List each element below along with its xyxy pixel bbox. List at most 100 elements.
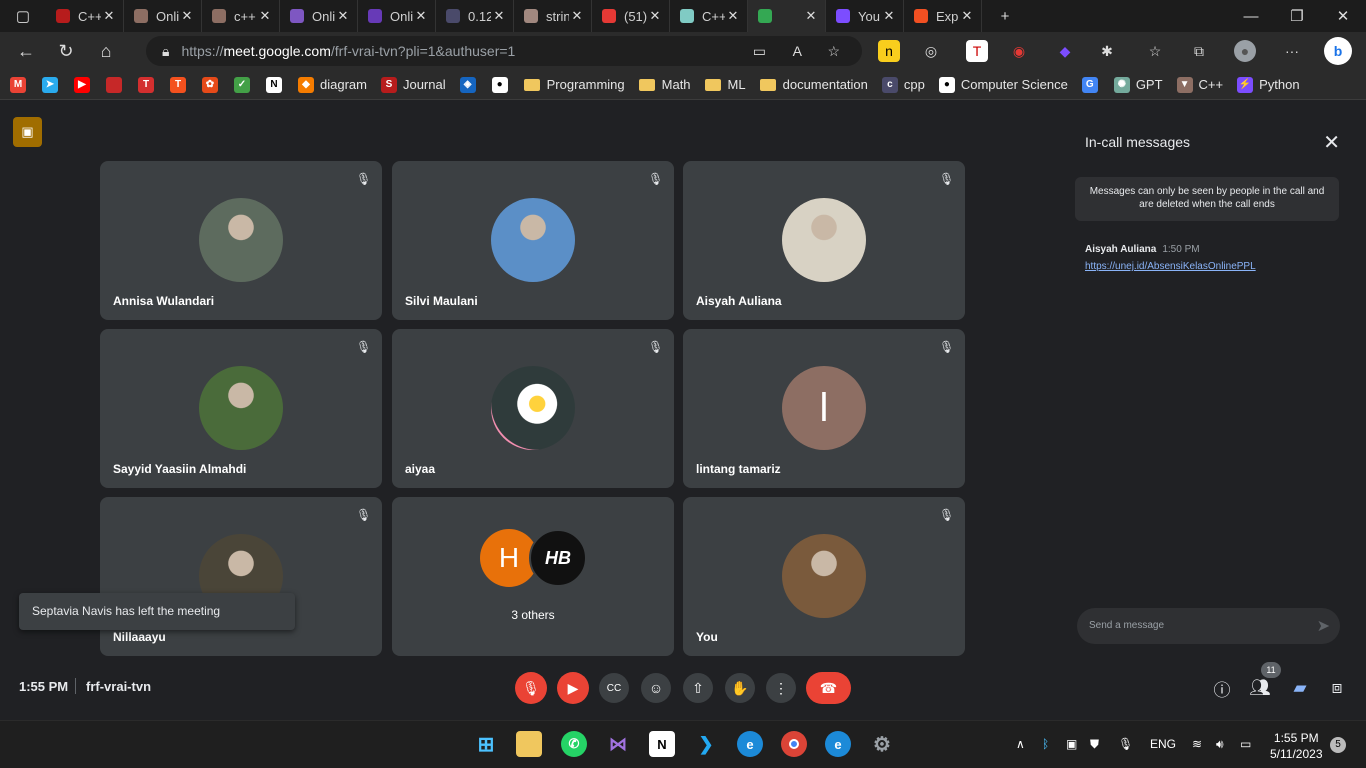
participant-tile[interactable]: 🎙︎ Annisa Wulandari	[100, 161, 382, 320]
bookmark-item[interactable]: ▼ C++	[1176, 76, 1223, 93]
participant-tile[interactable]: 🎙︎ Aisyah Auliana	[683, 161, 965, 320]
visual-studio-icon[interactable]: ⋈	[605, 731, 631, 757]
bookmark-item[interactable]	[106, 76, 128, 93]
minimize-icon[interactable]: —	[1228, 0, 1274, 32]
browser-tab[interactable]: C++ ✕	[46, 0, 124, 32]
participant-tile[interactable]: H HB 3 others	[392, 497, 674, 656]
tab-close-icon[interactable]: ✕	[101, 8, 117, 24]
whatsapp-icon[interactable]: ✆	[561, 731, 587, 757]
message-link[interactable]: https://unej.id/AbsensiKelasOnlinePPL	[1085, 261, 1256, 272]
bookmark-item[interactable]: ✺ GPT	[1113, 76, 1163, 93]
extension-icon[interactable]: n	[878, 40, 900, 62]
extension-icon[interactable]: ◉	[1008, 40, 1030, 62]
meeting-info-icon[interactable]: ⓘ	[1210, 676, 1234, 700]
message-input[interactable]: Send a message ➤	[1077, 608, 1340, 644]
tab-close-icon[interactable]: ✕	[803, 8, 819, 24]
battery-icon[interactable]: ▭	[1240, 737, 1251, 751]
leave-call-button[interactable]: ☎	[806, 672, 851, 704]
participant-tile[interactable]: 🎙︎ l lintang tamariz	[683, 329, 965, 488]
camera-icon[interactable]: ▭	[753, 43, 766, 60]
participant-tile[interactable]: 🎙︎ You	[683, 497, 965, 656]
people-icon[interactable]: 👥︎	[1248, 676, 1272, 700]
tab-close-icon[interactable]: ✕	[491, 8, 507, 24]
participant-tile[interactable]: 🎙︎ aiyaa	[392, 329, 674, 488]
bing-icon[interactable]: b	[1324, 37, 1352, 65]
tab-close-icon[interactable]: ✕	[257, 8, 273, 24]
captions-button[interactable]: CC	[599, 673, 629, 703]
address-bar[interactable]: 🔒︎ https://meet.google.com/frf-vrai-tvn?…	[146, 36, 862, 66]
bookmark-item[interactable]: T	[170, 76, 192, 93]
bookmark-item[interactable]: ✿	[202, 76, 224, 93]
bookmark-item[interactable]: ●	[491, 76, 514, 93]
bookmark-item[interactable]: ⚡ Python	[1237, 76, 1300, 93]
browser-tab[interactable]: 0.12 ✕	[436, 0, 514, 32]
close-window-icon[interactable]: ✕	[1320, 0, 1366, 32]
browser-tab[interactable]: Onlin✕	[124, 0, 202, 32]
tray-chevron-icon[interactable]: ∧	[1016, 737, 1025, 751]
tab-close-icon[interactable]: ✕	[959, 8, 975, 24]
home-icon[interactable]: ⌂	[88, 35, 124, 67]
bookmark-item[interactable]: ▶	[74, 76, 96, 93]
extension-icon[interactable]: ◆	[1054, 40, 1076, 62]
language-indicator[interactable]: ENG	[1150, 737, 1176, 751]
extensions-puzzle-icon[interactable]: ✱	[1096, 40, 1118, 62]
browser-tab[interactable]: (51) ✕	[592, 0, 670, 32]
activities-icon[interactable]: ⧈	[1325, 676, 1349, 700]
tab-close-icon[interactable]: ✕	[413, 8, 429, 24]
bookmark-item[interactable]: N	[266, 76, 288, 93]
browser-tab[interactable]: ✕	[748, 0, 826, 32]
participant-tile[interactable]: 🎙︎ Sayyid Yaasiin Almahdi	[100, 329, 382, 488]
profile-icon[interactable]: ●	[1234, 40, 1256, 62]
bookmark-item[interactable]: c cpp	[881, 76, 925, 93]
bluetooth-icon[interactable]: ᛒ	[1042, 737, 1049, 751]
close-icon[interactable]: ✕	[1323, 130, 1340, 155]
bookmark-folder[interactable]: ML	[704, 77, 746, 92]
camera-off-badge-icon[interactable]: ▣	[13, 117, 42, 147]
windows-start-icon[interactable]: ⊞	[473, 731, 499, 757]
reload-icon[interactable]: ↻	[48, 35, 84, 67]
bookmark-folder[interactable]: documentation	[759, 77, 868, 92]
wifi-icon[interactable]: ≋	[1192, 737, 1202, 751]
system-clock[interactable]: 1:55 PM 5/11/2023	[1270, 730, 1323, 762]
volume-icon[interactable]: 🔊︎	[1216, 737, 1224, 752]
raise-hand-button[interactable]: ✋	[725, 673, 755, 703]
browser-tab[interactable]: Onlin✕	[358, 0, 436, 32]
notification-badge[interactable]: 5	[1330, 737, 1346, 753]
tab-close-icon[interactable]: ✕	[179, 8, 195, 24]
edge-icon[interactable]: e	[825, 731, 851, 757]
file-explorer-icon[interactable]	[516, 731, 542, 757]
favorites-icon[interactable]: ☆	[1144, 40, 1166, 62]
favorite-icon[interactable]: ☆	[827, 43, 840, 60]
chat-icon[interactable]: ▰	[1288, 676, 1312, 700]
participant-tile[interactable]: 🎙︎ Silvi Maulani	[392, 161, 674, 320]
tab-close-icon[interactable]: ✕	[881, 8, 897, 24]
browser-tab[interactable]: You r✕	[826, 0, 904, 32]
tray-app-icon[interactable]: ▣	[1066, 737, 1077, 751]
bookmark-folder[interactable]: Programming	[523, 77, 625, 92]
mic-off-button[interactable]: 🎙︎	[515, 672, 547, 704]
settings-icon[interactable]: ⚙	[869, 731, 895, 757]
browser-tab[interactable]: C++ ✕	[670, 0, 748, 32]
send-icon[interactable]: ➤	[1317, 616, 1330, 636]
microphone-icon[interactable]: 🎙︎	[1118, 737, 1133, 751]
camera-off-button[interactable]: ▶	[557, 672, 589, 704]
notion-icon[interactable]: N	[649, 731, 675, 757]
tab-close-icon[interactable]: ✕	[725, 8, 741, 24]
new-tab-button[interactable]: +	[982, 0, 1028, 32]
extension-icon[interactable]: ◎	[920, 40, 942, 62]
participant-tile[interactable]: 🎙︎ Nillaaayu	[100, 497, 382, 656]
bookmark-item[interactable]: ◆ diagram	[298, 76, 367, 93]
read-aloud-icon[interactable]: A	[793, 43, 802, 59]
back-icon[interactable]: ←	[8, 35, 44, 67]
extension-icon[interactable]: T	[966, 40, 988, 62]
bookmark-item[interactable]: ◈	[459, 76, 482, 93]
bookmark-item[interactable]: ➤	[42, 76, 64, 93]
bookmark-item[interactable]: M	[10, 76, 32, 93]
defender-icon[interactable]: ⛊	[1090, 737, 1099, 752]
bookmark-item[interactable]: T	[138, 76, 160, 93]
emoji-button[interactable]: ☺	[641, 673, 671, 703]
edge-icon[interactable]: e	[737, 731, 763, 757]
tab-actions-icon[interactable]: ▢	[0, 0, 46, 32]
bookmark-folder[interactable]: Math	[638, 77, 691, 92]
bookmark-item[interactable]: S Journal	[380, 76, 446, 93]
